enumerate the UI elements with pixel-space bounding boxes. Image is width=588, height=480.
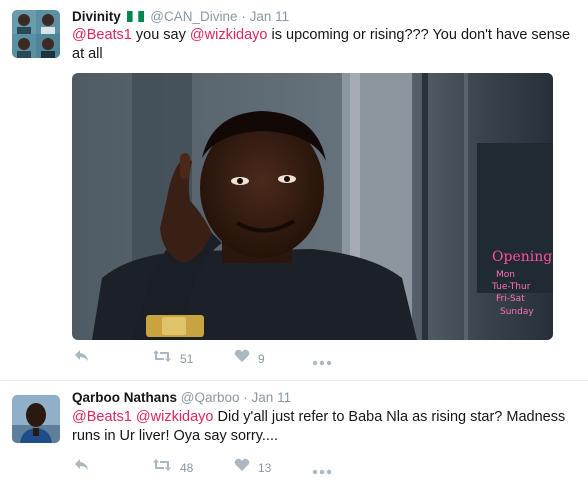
more-button[interactable] (312, 462, 332, 480)
mention-link[interactable]: @wizkidayo (190, 27, 268, 43)
more-dots-icon (312, 353, 332, 370)
meme-photo: Opening Mon Tue-Thur Fri-Sat Sunday (72, 73, 553, 340)
tweet-header: Qarboo Nathans @Qarboo · Jan 11 (72, 390, 291, 405)
sign-text: Opening (492, 249, 552, 265)
tweet-actions: 51 9 (72, 349, 578, 369)
sign-text: Mon (496, 270, 515, 280)
like-count: 9 (258, 351, 265, 366)
like-button[interactable]: 9 (234, 349, 265, 368)
nigeria-flag-icon (126, 11, 144, 22)
separator-dot: · (243, 390, 248, 405)
retweet-icon (152, 349, 172, 368)
tweet-text: @Beats1 @wizkidayo Did y'all just refer … (72, 408, 578, 446)
author-name[interactable]: Divinity (72, 9, 121, 24)
mention-link[interactable]: @Beats1 (72, 409, 132, 425)
tweet-text-segment: you say (131, 27, 190, 43)
tweet-header: Divinity @CAN_Divine · Jan 11 (72, 9, 289, 24)
author-handle[interactable]: @Qarboo (181, 390, 240, 405)
retweet-count: 51 (180, 351, 194, 366)
author-handle[interactable]: @CAN_Divine (150, 9, 237, 24)
avatar[interactable] (12, 395, 60, 443)
heart-icon (234, 349, 250, 368)
mention-link[interactable]: @Beats1 (72, 27, 132, 43)
sign-text: Sunday (500, 307, 534, 317)
more-button[interactable] (312, 353, 332, 371)
separator-dot: · (241, 9, 246, 24)
tweet-photo[interactable]: Opening Mon Tue-Thur Fri-Sat Sunday (72, 73, 553, 340)
tweet: Qarboo Nathans @Qarboo · Jan 11 @Beats1 … (0, 380, 588, 475)
tweet-time[interactable]: Jan 11 (252, 390, 292, 405)
tweet-time[interactable]: Jan 11 (250, 9, 290, 24)
retweet-button[interactable]: 51 (152, 349, 193, 368)
mention-link[interactable]: @wizkidayo (136, 409, 214, 425)
tweet-text: @Beats1 you say @wizkidayo is upcoming o… (72, 26, 578, 64)
tweet: Divinity @CAN_Divine · Jan 11 @Beats1 yo… (0, 0, 588, 380)
more-dots-icon (312, 462, 332, 479)
author-name[interactable]: Qarboo Nathans (72, 390, 177, 405)
reply-button[interactable] (74, 349, 90, 368)
avatar[interactable] (12, 10, 60, 58)
reply-icon (74, 349, 90, 368)
tweet-actions: 48 13 (72, 458, 578, 478)
sign-text: Tue-Thur (491, 282, 531, 292)
sign-text: Fri-Sat (496, 294, 525, 304)
